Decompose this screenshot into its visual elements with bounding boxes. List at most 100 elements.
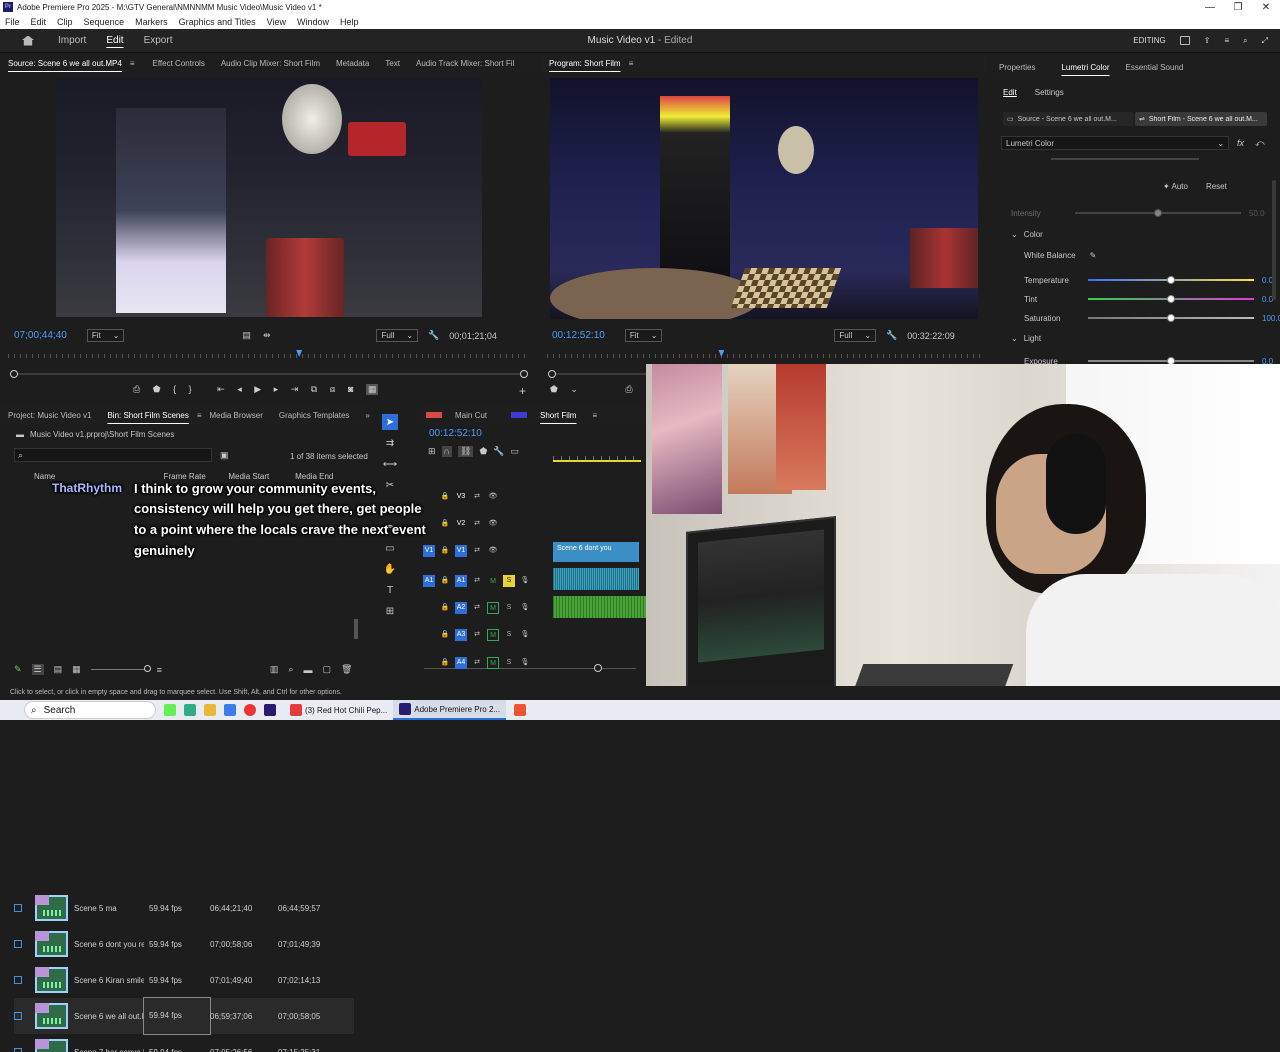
step-forward-icon[interactable]: ▸	[274, 384, 279, 395]
tint-slider[interactable]: Tint0.0	[1024, 290, 1280, 308]
tab-effect-controls[interactable]: Effect Controls	[145, 59, 213, 68]
track-label[interactable]: V3	[455, 491, 467, 503]
workspace-label[interactable]: EDITING	[1133, 36, 1165, 45]
lock-icon[interactable]: 🔒	[439, 545, 451, 557]
vlc-icon[interactable]	[514, 704, 526, 716]
tab-lumetri-settings[interactable]: Settings	[1035, 88, 1064, 97]
eye-icon[interactable]: 👁	[487, 518, 499, 530]
track-label[interactable]: A1	[455, 575, 467, 587]
eye-icon[interactable]: 👁	[487, 491, 499, 503]
tab-lumetri-edit[interactable]: Edit	[1003, 88, 1017, 97]
taskbar-app[interactable]: (3) Red Hot Chili Pep...	[284, 700, 393, 720]
mic-icon[interactable]: 🎙	[519, 629, 531, 641]
timeline-ruler[interactable]	[553, 456, 641, 462]
fx-icon[interactable]: fx	[1237, 138, 1244, 148]
saturation-knob[interactable]	[1167, 314, 1175, 322]
pencil-icon[interactable]: ✎	[14, 664, 22, 675]
timeline-settings-icon[interactable]: 🔧	[493, 446, 504, 457]
sync-lock-icon[interactable]: ⇄	[471, 602, 483, 614]
menu-sequence[interactable]: Sequence	[79, 17, 131, 27]
new-item-icon[interactable]: ▢	[322, 664, 331, 675]
program-zoom-bar[interactable]	[552, 373, 652, 375]
timeline-timecode[interactable]: 00:12:52:10	[429, 428, 482, 439]
source-marker-icon[interactable]: ⇹	[263, 330, 271, 341]
video-clip[interactable]: Scene 6 dont you	[553, 542, 639, 562]
bin-row[interactable]: Scene 5 ma59.94 fps06;44;21;4006;44;59;5…	[14, 890, 354, 926]
source-patch[interactable]: A1	[423, 575, 435, 587]
track-select-icon[interactable]: ⇉	[382, 435, 398, 451]
bin-row[interactable]: Scene 7 bar convo.M59.94 fps07;05;26;560…	[14, 1034, 354, 1052]
track-header-a4[interactable]: 🔒A4⇄MS🎙	[423, 650, 535, 676]
menu-window[interactable]: Window	[292, 17, 335, 27]
play-icon[interactable]: ▶	[254, 384, 261, 395]
mic-icon[interactable]: 🎙	[519, 575, 531, 587]
light-section-header[interactable]: ⌄Light	[1011, 334, 1041, 343]
tab-edit[interactable]: Edit	[96, 35, 133, 46]
lock-icon[interactable]: 🔒	[439, 575, 451, 587]
source-zoom-select[interactable]: Fit⌄	[87, 329, 125, 342]
row-checkbox[interactable]	[14, 1012, 22, 1020]
source-patch[interactable]	[423, 602, 435, 614]
mark-in-icon[interactable]: {	[173, 384, 176, 394]
program-settings-icon[interactable]: 🔧	[886, 330, 897, 341]
source-patch[interactable]	[423, 491, 435, 503]
menu-file[interactable]: File	[0, 17, 26, 27]
program-add-marker-icon[interactable]: ⬟	[550, 384, 558, 395]
mute-button[interactable]: M	[487, 575, 499, 587]
sync-lock-icon[interactable]: ⇄	[471, 575, 483, 587]
bin-row[interactable]: Scene 6 we all out.M59.94 fps06;59;37;06…	[14, 998, 354, 1034]
solo-button[interactable]: S	[503, 602, 515, 614]
opera-icon[interactable]	[244, 704, 256, 716]
row-checkbox[interactable]	[14, 976, 22, 984]
share-icon[interactable]: ⇪	[1204, 36, 1211, 45]
new-search-bin-icon[interactable]: ▣	[220, 450, 229, 461]
sync-lock-icon[interactable]: ⇄	[471, 518, 483, 530]
go-to-in-icon[interactable]: ⇤	[217, 384, 225, 395]
color-section-header[interactable]: ⌄Color	[1011, 230, 1043, 239]
add-marker-icon[interactable]: ⬟	[153, 384, 161, 395]
premiere-taskbar-icon[interactable]	[264, 704, 276, 716]
insert-icon[interactable]: ⧉	[311, 384, 317, 395]
reset-button[interactable]: Reset	[1206, 182, 1227, 191]
track-header-a2[interactable]: 🔒A2⇄MS🎙	[423, 595, 535, 621]
automate-icon[interactable]: ▥	[270, 664, 279, 675]
tab-lumetri-color[interactable]: Lumetri Color	[1053, 63, 1117, 72]
restore-icon[interactable]: ❐	[1224, 2, 1252, 13]
timeline-marker-icon[interactable]: ⬟	[479, 446, 487, 457]
track-header-v3[interactable]: 🔒V3⇄👁	[423, 484, 503, 510]
tab-bin[interactable]: Bin: Short Film Scenes	[99, 411, 196, 420]
selection-tool-icon[interactable]: ➤	[382, 414, 398, 430]
track-label[interactable]: V1	[455, 545, 467, 557]
type-tool-icon[interactable]: T	[382, 582, 398, 598]
caption-tool-icon[interactable]: ⊞	[382, 603, 398, 619]
new-bin-icon[interactable]: ▬	[303, 665, 312, 675]
auto-button[interactable]: ✦ Auto	[1163, 182, 1188, 191]
menu-markers[interactable]: Markers	[130, 17, 174, 27]
effect-select[interactable]: Lumetri Color⌄	[1001, 136, 1229, 150]
tab-source[interactable]: Source: Scene 6 we all out.MP4	[0, 59, 130, 68]
tint-knob[interactable]	[1167, 295, 1175, 303]
camera-icon[interactable]: ◙	[348, 384, 353, 394]
program-export-frame-icon[interactable]: ⎙	[625, 384, 632, 395]
nest-icon[interactable]: ⊞	[428, 446, 436, 457]
list-view-icon[interactable]: ☰	[32, 664, 44, 675]
program-panel-menu-icon[interactable]: ≡	[629, 59, 634, 68]
captions-icon[interactable]: ▭	[511, 446, 520, 457]
track-label[interactable]: V2	[455, 518, 467, 530]
ripple-edit-icon[interactable]: ⟷	[382, 456, 398, 472]
source-patch[interactable]	[423, 657, 435, 669]
taskbar-app[interactable]: Adobe Premiere Pro 2...	[393, 700, 506, 720]
mute-button[interactable]: M	[487, 629, 499, 641]
taskbar-search[interactable]: ⌕Search	[24, 701, 156, 719]
program-zoom-select[interactable]: Fit⌄	[625, 329, 663, 342]
quick-export-icon[interactable]: ≡	[1224, 36, 1229, 45]
source-patch[interactable]	[423, 629, 435, 641]
sync-lock-icon[interactable]: ⇄	[471, 491, 483, 503]
track-header-v1[interactable]: V1🔒V1⇄👁	[423, 538, 503, 564]
audio-clip-a2[interactable]	[553, 596, 646, 618]
hand-tool-icon[interactable]: ✋	[382, 561, 398, 577]
home-icon[interactable]	[22, 36, 34, 46]
program-resolution-select[interactable]: Full⌄	[834, 329, 876, 342]
undo-icon[interactable]: ⤺	[1255, 138, 1265, 149]
program-timecode[interactable]: 00:12:52:10	[552, 330, 605, 341]
